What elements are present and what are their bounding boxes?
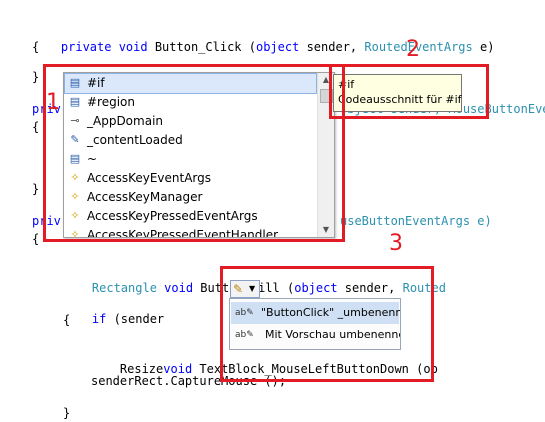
- code-brace: }: [32, 70, 40, 84]
- code-brace: }: [32, 182, 40, 196]
- code-text: (sender: [106, 312, 165, 326]
- code-brace: {: [32, 120, 40, 134]
- annotation-box-2: [329, 64, 489, 119]
- code-line-fragment: useButtonEventArgs e): [340, 214, 492, 228]
- code-line-button-click: private void Button_Click (object sender…: [32, 20, 495, 54]
- code-brace: {: [32, 40, 40, 54]
- code-line-if: if (sender: [63, 292, 164, 326]
- code-brace: {: [32, 232, 40, 246]
- code-text: Button_Click (: [147, 40, 256, 54]
- code-keyword: private void: [60, 40, 148, 54]
- annotation-number-3: 3: [389, 231, 403, 256]
- code-text: e): [472, 40, 495, 54]
- code-text: sender,: [299, 40, 365, 54]
- annotation-number-1: 1: [46, 90, 60, 115]
- annotation-number-2: 2: [406, 37, 420, 62]
- annotation-box-3: [220, 266, 434, 382]
- code-keyword: if: [91, 312, 107, 326]
- annotation-box-1: [43, 64, 345, 242]
- code-brace: }: [63, 406, 71, 420]
- code-brace: {: [63, 313, 71, 327]
- code-keyword: object: [255, 40, 300, 54]
